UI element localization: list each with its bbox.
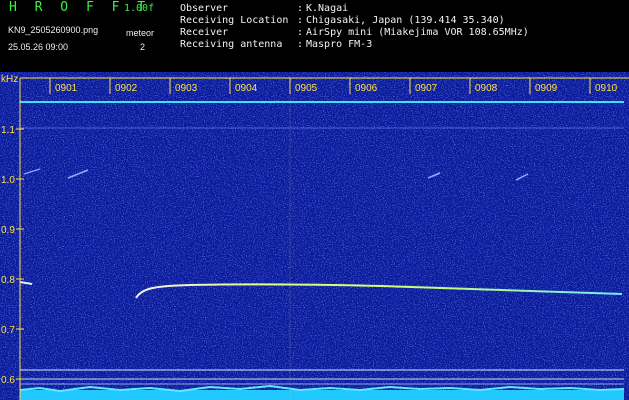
x-tick-label: 0910 [595,83,618,94]
x-tick-label: 0903 [175,83,198,94]
receiver-value: AirSpy mini (Miakejima VOR 108.65MHz) [306,27,529,38]
antenna-key: Receiving antenna [180,39,283,50]
antenna-separator: : [297,39,304,50]
receiver-separator: : [297,27,304,38]
x-tick-label: 0908 [475,83,498,94]
location-key: Receiving Location [180,15,289,26]
x-tick-label: 0909 [535,83,558,94]
observer-key: Observer [180,3,229,14]
y-tick-label: 0.8 [1,275,15,286]
location-separator: : [297,15,304,26]
meteor-count: 2 [140,42,146,52]
file-name: KN9_2505260900.png [8,25,99,35]
spectrogram-plot: kHz 1.1 1.0 0.9 0.8 0.7 0.6 0901 0902 09… [0,72,629,400]
receiver-key: Receiver [180,27,229,38]
capture-datetime: 25.05.26 09:00 [8,42,69,52]
noise-texture [0,72,629,400]
y-tick-label: 0.6 [1,375,15,386]
y-axis-unit: kHz [1,74,18,85]
y-tick-label: 0.7 [1,325,15,336]
y-tick-label: 1.0 [1,175,15,186]
meteor-label: meteor [126,28,155,38]
observer-separator: : [297,3,304,14]
header-panel: H R O F F T 1.00f KN9_2505260900.png met… [0,0,629,72]
app-version: 1.00f [124,3,155,14]
x-tick-label: 0907 [415,83,438,94]
location-value: Chigasaki, Japan (139.414 35.340) [306,15,505,26]
antenna-value: Maspro FM-3 [306,39,373,50]
observer-value: K.Nagai [306,3,349,14]
x-tick-label: 0902 [115,83,138,94]
baseline-signal [20,390,624,400]
y-tick-label: 1.1 [1,125,15,136]
y-tick-label: 0.9 [1,225,15,236]
x-tick-label: 0905 [295,83,318,94]
x-tick-label: 0901 [55,83,78,94]
x-tick-label: 0904 [235,83,258,94]
x-tick-label: 0906 [355,83,378,94]
